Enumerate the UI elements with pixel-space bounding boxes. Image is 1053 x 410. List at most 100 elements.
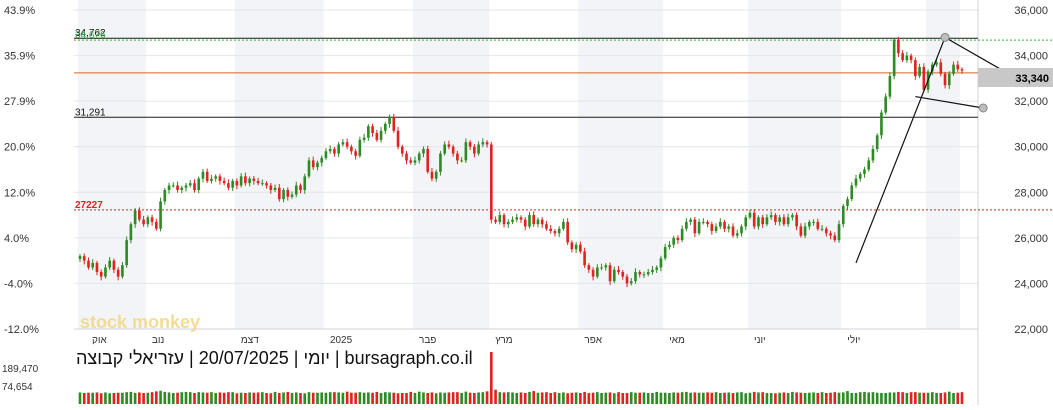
volume-bar [392, 392, 396, 404]
pattern-point-bottom [978, 103, 988, 113]
candle-body [570, 242, 574, 250]
volume-bar [388, 392, 391, 404]
candle-body [167, 185, 171, 191]
candle-body [659, 258, 663, 268]
volume-bar [947, 391, 951, 404]
volume-bar [345, 391, 349, 404]
candle-body [803, 226, 807, 236]
volume-bar [159, 390, 162, 404]
volume-bar [659, 392, 663, 404]
volume-bar [104, 392, 107, 404]
candle-body [841, 205, 845, 225]
volume-bar [621, 392, 625, 404]
volume-bar [545, 392, 548, 404]
candle-body [277, 187, 281, 200]
volume-bar [515, 392, 519, 404]
candle-body [193, 183, 196, 191]
volume-bar [587, 392, 591, 404]
volume-bar [931, 392, 934, 404]
volume-bar [95, 392, 99, 404]
candle-body [880, 112, 883, 136]
candle-body [600, 267, 603, 269]
volume-bar [816, 392, 820, 404]
volume-bar [672, 392, 675, 404]
candle-body [121, 265, 124, 277]
volume-bar [689, 392, 692, 404]
candle-body [706, 221, 709, 225]
candle-body [765, 217, 769, 225]
caption: יומי | 20/07/2025 | עזריאלי קבוצה | burs… [76, 348, 473, 368]
volume-bar [566, 393, 569, 404]
volume-bar [574, 392, 578, 404]
candle-body [511, 219, 514, 222]
volume-bar [875, 392, 879, 404]
y-tick-right: 30,000 [1014, 142, 1048, 154]
volume-bar [150, 392, 154, 404]
candle-body [655, 267, 659, 270]
volume-bar [532, 391, 536, 404]
candle-body [960, 69, 964, 71]
volume-bar [231, 392, 234, 404]
candle-body [523, 219, 527, 227]
candle-body [490, 144, 493, 220]
volume-bar [638, 392, 642, 404]
volume-bar [328, 392, 332, 404]
volume-bar [519, 392, 523, 404]
candle-body [947, 73, 951, 86]
volume-bar [78, 392, 82, 404]
volume-bar [239, 392, 243, 404]
volume-bar [676, 392, 680, 404]
last-price-label: 33,340 [1015, 73, 1049, 85]
volume-bar [273, 391, 277, 404]
candle-body [337, 144, 340, 154]
volume-bar [116, 392, 120, 404]
candle-body [133, 210, 137, 225]
volume-bar [447, 392, 451, 404]
candle-body [99, 272, 103, 277]
volume-bar [867, 392, 871, 404]
candle-body [188, 183, 192, 186]
candle-body [371, 126, 374, 134]
volume-bar [909, 392, 913, 404]
volume-bar [210, 392, 213, 404]
volume-bar [184, 391, 188, 404]
candle-body [290, 194, 294, 197]
candle-body [875, 135, 879, 149]
volume-bar [341, 392, 345, 404]
volume-bar [133, 392, 137, 404]
candle-body [892, 39, 896, 77]
volume-bar [693, 392, 697, 404]
candle-body [502, 215, 506, 225]
volume-bar [914, 392, 917, 404]
candle-body [451, 146, 455, 154]
volume-bar [197, 392, 201, 404]
volume-bar [765, 392, 769, 404]
volume-bar [960, 392, 964, 404]
candle-body [316, 162, 319, 168]
volume-bar [112, 392, 116, 404]
candle-body [443, 144, 446, 154]
volume-bar [629, 392, 633, 404]
y-tick-left: -4.0% [4, 278, 33, 290]
candle-body [163, 190, 167, 202]
candle-body [723, 221, 726, 229]
volume-bar [188, 392, 192, 404]
volume-bar [439, 392, 442, 404]
volume-bar [634, 392, 637, 404]
candle-body [392, 117, 396, 131]
month-band [747, 0, 842, 329]
candle-body [375, 133, 379, 140]
candle-body [952, 64, 955, 74]
candle-body [871, 148, 875, 161]
volume-bar [362, 392, 366, 404]
y-tick-right: 26,000 [1014, 233, 1048, 245]
volume-bar [337, 392, 340, 404]
volume-bar [956, 392, 960, 404]
volume-label-avg: 74,654 [2, 382, 33, 393]
candle-body [222, 180, 226, 184]
candle-body [757, 217, 760, 227]
volume-bar [731, 392, 735, 404]
volume-bar [710, 392, 714, 404]
volume-bar [824, 392, 828, 404]
volume-bar [121, 392, 124, 404]
